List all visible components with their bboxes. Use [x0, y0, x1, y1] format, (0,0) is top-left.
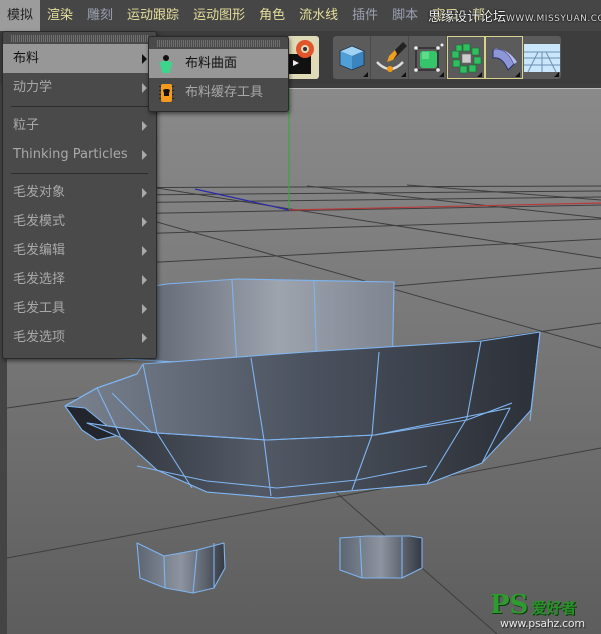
bend-deformer-icon [492, 48, 517, 71]
menu-separator [11, 106, 148, 107]
watermark-psahz-brand: PS [490, 590, 529, 620]
submenu-item-cloth-cache-tool[interactable]: 布料缓存工具 [149, 78, 288, 107]
watermark-psahz: PS 爱好者 www.psahz.com [490, 590, 585, 630]
menu-mograph[interactable]: 运动图形 [186, 0, 252, 31]
menu-item-label: 毛发选择 [13, 272, 66, 287]
menu-item-dynamics[interactable]: 动力学 [3, 73, 156, 102]
submenu-arrow-icon [142, 275, 147, 285]
watermark-missyuan-url: WWW.MISSYUAN.COM [506, 14, 601, 24]
submenu-tear-off-grip[interactable] [157, 40, 280, 47]
menu-separator [11, 173, 148, 174]
menu-item-thinking-particles[interactable]: Thinking Particles [3, 140, 156, 169]
dropdown-corner-indicator [477, 72, 482, 77]
menu-item-label: 粒子 [13, 118, 40, 133]
dropdown-corner-indicator [401, 72, 406, 77]
render-settings-icon [289, 40, 314, 74]
submenu-arrow-icon [142, 304, 147, 314]
render-settings-button[interactable] [287, 36, 319, 79]
menu-item-label: 毛发工具 [13, 301, 66, 316]
pen-spline-icon [375, 41, 407, 72]
menu-motion-tracking[interactable]: 运动跟踪 [120, 0, 186, 31]
menu-item-hair-objects[interactable]: 毛发对象 [3, 178, 156, 207]
cloth-cache-tool-icon [159, 84, 174, 102]
menu-item-hair-options[interactable]: 毛发选项 [3, 323, 156, 352]
cube-primitive-icon [339, 45, 364, 70]
submenu-arrow-icon [142, 333, 147, 343]
submenu-arrow-icon [142, 54, 147, 64]
menu-item-label: 毛发对象 [13, 185, 66, 200]
menu-sculpt[interactable]: 雕刻 [80, 0, 120, 31]
menu-item-hair-edit[interactable]: 毛发编辑 [3, 236, 156, 265]
dropdown-corner-indicator [363, 72, 368, 77]
dropdown-corner-indicator [439, 72, 444, 77]
menu-item-label: 毛发选项 [13, 330, 66, 345]
dropdown-corner-indicator [554, 72, 559, 77]
menu-tear-off-grip[interactable] [11, 35, 148, 42]
menu-script[interactable]: 脚本 [385, 0, 425, 31]
menu-item-label: 布料 [13, 51, 40, 66]
simulate-dropdown-menu: 布料 动力学 粒子 Thinking Particles 毛发对象 毛发模式 毛… [2, 31, 157, 359]
submenu-arrow-icon [142, 188, 147, 198]
menu-item-hair-mode[interactable]: 毛发模式 [3, 207, 156, 236]
submenu-arrow-icon [142, 150, 147, 160]
menu-item-label: 动力学 [13, 80, 53, 95]
subdivision-surface-icon [413, 43, 443, 72]
floor-scene-icon [524, 43, 560, 72]
watermark-missyuan-text: 思缘设计论坛 [428, 10, 507, 25]
menu-item-hair-selection[interactable]: 毛发选择 [3, 265, 156, 294]
menu-item-label: 毛发模式 [13, 214, 66, 229]
floor-button[interactable] [523, 36, 561, 79]
watermark-psahz-url: www.psahz.com [500, 617, 585, 630]
bend-deformer-button[interactable] [485, 36, 523, 79]
cloner-button[interactable] [447, 36, 485, 79]
cloner-icon [451, 43, 481, 73]
primitive-tool-group [333, 36, 561, 79]
menu-item-label: 毛发编辑 [13, 243, 66, 258]
pen-button[interactable] [371, 36, 409, 79]
submenu-arrow-icon [142, 83, 147, 93]
dropdown-corner-indicator [515, 72, 520, 77]
watermark-psahz-cn: 爱好者 [531, 599, 577, 617]
menu-item-label: Thinking Particles [13, 147, 128, 162]
menu-pipeline[interactable]: 流水线 [292, 0, 345, 31]
submenu-item-label: 布料缓存工具 [185, 85, 264, 100]
menu-render[interactable]: 渲染 [40, 0, 80, 31]
submenu-arrow-icon [142, 121, 147, 131]
menu-character[interactable]: 角色 [252, 0, 292, 31]
menu-plugins[interactable]: 插件 [345, 0, 385, 31]
cube-button[interactable] [333, 36, 371, 79]
submenu-arrow-icon [142, 246, 147, 256]
submenu-item-label: 布料曲面 [185, 56, 238, 71]
cloth-surface-icon [159, 55, 173, 73]
subdivision-surface-button[interactable] [409, 36, 447, 79]
submenu-item-cloth-surface[interactable]: 布料曲面 [149, 49, 288, 78]
submenu-arrow-icon [142, 217, 147, 227]
menu-item-cloth[interactable]: 布料 [3, 44, 156, 73]
cloth-submenu: 布料曲面 布料缓存工具 [148, 36, 289, 112]
watermark-missyuan: 思缘设计论坛WWW.MISSYUAN.COM [428, 6, 601, 25]
menu-item-particles[interactable]: 粒子 [3, 111, 156, 140]
menu-item-hair-tools[interactable]: 毛发工具 [3, 294, 156, 323]
menu-simulate[interactable]: 模拟 [0, 0, 41, 31]
